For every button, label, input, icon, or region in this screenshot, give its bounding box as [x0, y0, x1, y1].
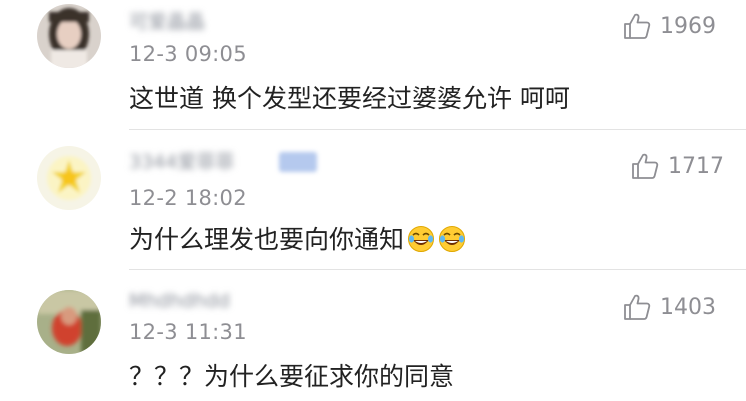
username[interactable]: Mhdhdhdd [129, 288, 230, 314]
comment-text: ？？？为什么要征求你的同意 [129, 362, 455, 391]
vip-badge [279, 152, 317, 172]
comment-item: Mhdhdhdd 12-3 11:31 ？？？为什么要征求你的同意 1403 [0, 270, 746, 401]
avatar[interactable] [37, 4, 101, 68]
comment-feed: 可爱晶晶 12-3 09:05 这世道 换个发型还要经过婆婆允许 呵呵 1969 [0, 0, 746, 401]
like-count: 1403 [660, 294, 716, 320]
tears-of-joy-icon [439, 226, 466, 252]
like-count: 1969 [660, 13, 716, 39]
timestamp: 12-2 18:02 [129, 186, 247, 210]
comment-item: 可爱晶晶 12-3 09:05 这世道 换个发型还要经过婆婆允许 呵呵 1969 [0, 0, 746, 130]
avatar[interactable] [37, 290, 101, 354]
avatar[interactable] [37, 146, 101, 210]
like-button[interactable]: 1969 [622, 11, 716, 41]
comment-text: 为什么理发也要向你通知 [129, 225, 466, 255]
thumbs-up-icon [632, 153, 659, 179]
comment-text: 这世道 换个发型还要经过婆婆允许 呵呵 [129, 84, 570, 113]
like-count: 1717 [668, 153, 724, 179]
timestamp: 12-3 09:05 [129, 42, 247, 66]
thumbs-up-icon [624, 13, 651, 39]
comment-item: 3344爱菲菲 12-2 18:02 为什么理发也要向你通知 1717 [0, 130, 746, 270]
username[interactable]: 可爱晶晶 [129, 9, 205, 35]
thumbs-up-icon [624, 294, 651, 320]
like-button[interactable]: 1717 [630, 151, 724, 181]
comment-text-body: 为什么理发也要向你通知 [129, 225, 405, 254]
timestamp: 12-3 11:31 [129, 320, 247, 344]
like-button[interactable]: 1403 [622, 292, 716, 322]
tears-of-joy-icon [408, 226, 435, 252]
username[interactable]: 3344爱菲菲 [129, 149, 234, 175]
